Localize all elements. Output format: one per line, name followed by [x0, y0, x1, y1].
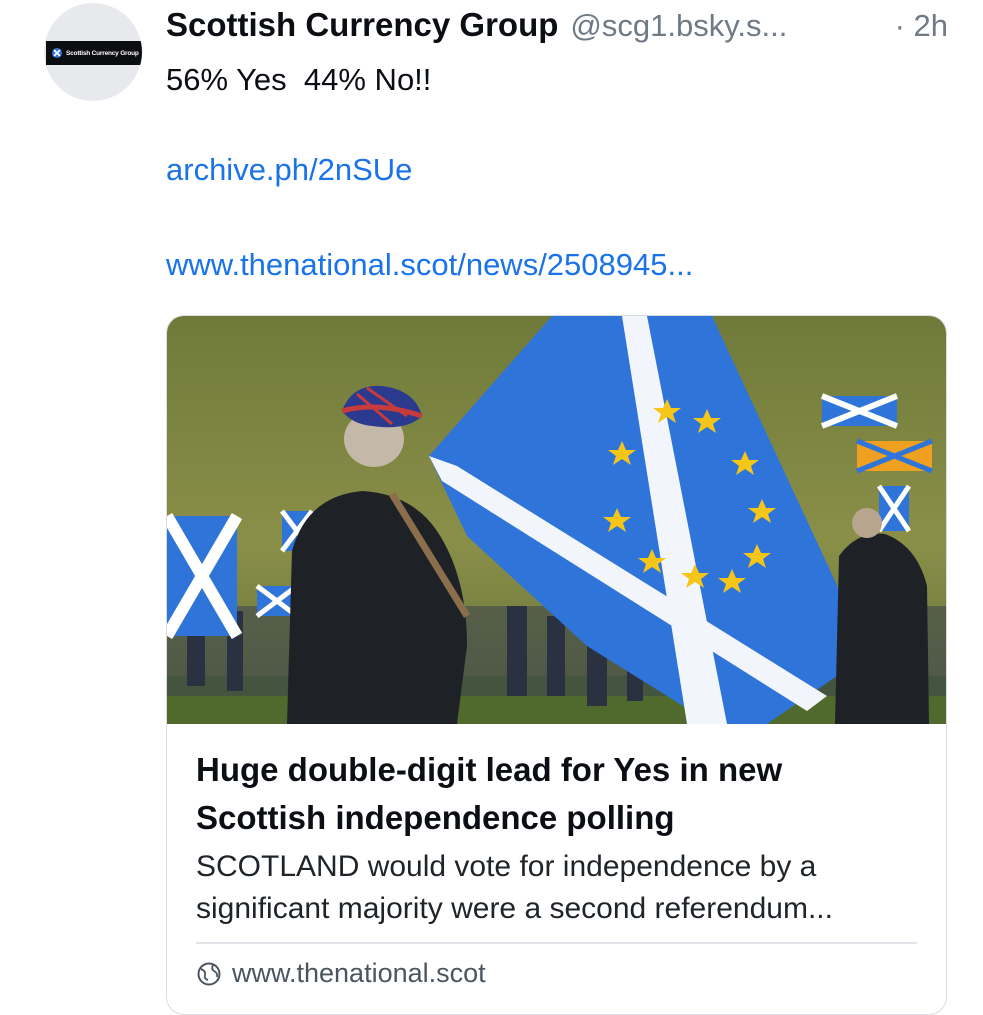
- card-divider: [196, 942, 917, 944]
- card-description: SCOTLAND would vote for independence by …: [196, 850, 833, 925]
- post-timestamp[interactable]: · 2h: [895, 8, 948, 44]
- post-text: 56% Yes 44% No!!: [166, 62, 432, 97]
- avatar-logo-text: Scottish Currency Group: [66, 49, 139, 57]
- archive-link[interactable]: archive.ph/2nSUe: [166, 152, 412, 188]
- article-link[interactable]: www.thenational.scot/news/2508945...: [166, 247, 693, 283]
- card-title[interactable]: Huge double-digit lead for Yes in new Sc…: [196, 746, 896, 842]
- card-domain: www.thenational.scot: [232, 958, 486, 988]
- scg-logo: Scottish Currency Group: [46, 41, 142, 65]
- avatar[interactable]: Scottish Currency Group: [44, 3, 142, 101]
- logo-mark-icon: [52, 48, 62, 58]
- post-header: Scottish Currency Group @scg1.bsky.s... …: [166, 6, 948, 50]
- globe-icon: [197, 962, 221, 985]
- link-preview-card[interactable]: Huge double-digit lead for Yes in new Sc…: [166, 315, 947, 1015]
- card-image: [167, 316, 946, 724]
- card-domain-row: www.thenational.scot: [196, 958, 486, 989]
- author-name[interactable]: Scottish Currency Group: [166, 6, 558, 44]
- author-handle[interactable]: @scg1.bsky.s...: [570, 8, 884, 44]
